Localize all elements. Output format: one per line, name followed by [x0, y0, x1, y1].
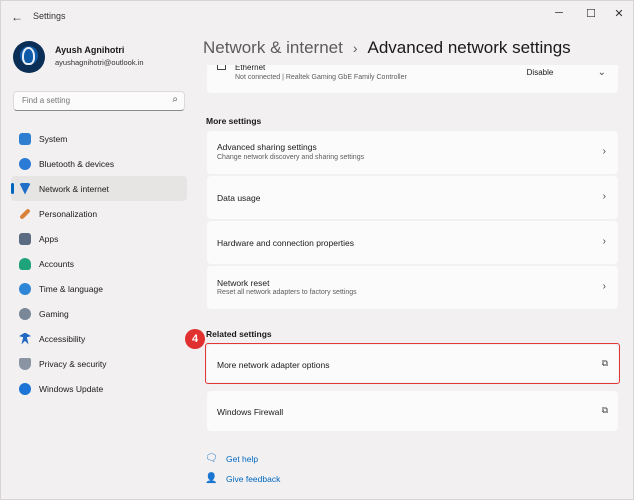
get-help-link[interactable]: 🗨 Get help [205, 453, 258, 464]
row-title: Advanced sharing settings [217, 142, 317, 152]
update-icon [19, 382, 31, 395]
globe-icon [19, 282, 31, 295]
wifi-icon [19, 182, 31, 195]
title-bar: ← Settings ─ ☐ ✕ [1, 1, 633, 33]
external-link-icon: ⧉ [601, 405, 608, 415]
apps-icon [19, 232, 31, 245]
sidebar-item-label: Personalization [39, 208, 98, 219]
row-desc: Change network discovery and sharing set… [217, 154, 365, 161]
brush-icon [19, 207, 31, 220]
chevron-right-icon: › [602, 281, 606, 292]
minimize-button[interactable]: ─ [549, 7, 569, 19]
back-arrow-icon[interactable]: ← [11, 10, 23, 24]
sidebar-item-label: Windows Update [39, 383, 104, 394]
row-title: Data usage [217, 193, 261, 203]
link-label: Give feedback [226, 473, 281, 484]
settings-window: ← Settings ─ ☐ ✕ Ayush Agnihotri ayushag… [0, 0, 634, 500]
sidebar-item-label: Accounts [39, 258, 74, 269]
ethernet-icon [217, 65, 226, 70]
profile-email: ayushagnihotri@outlook.in [55, 58, 144, 67]
bluetooth-icon [19, 157, 31, 170]
app-title: Settings [33, 11, 66, 21]
sidebar-item-privacy-security[interactable]: Privacy & security [11, 351, 187, 376]
external-link-icon: ⧉ [601, 358, 608, 368]
row-desc: Reset all network adapters to factory se… [217, 289, 357, 296]
windows-firewall-row[interactable]: Windows Firewall ⧉ [207, 391, 618, 431]
breadcrumb-separator: › [352, 40, 358, 56]
sidebar-item-label: Network & internet [39, 183, 109, 194]
advanced-sharing-settings-row[interactable]: Advanced sharing settings Change network… [207, 131, 618, 174]
sidebar-item-accounts[interactable]: Accounts [11, 251, 187, 276]
sidebar-item-personalization[interactable]: Personalization [11, 201, 187, 226]
profile-name: Ayush Agnihotri [55, 45, 125, 55]
sidebar-item-label: System [39, 133, 68, 144]
system-icon [19, 132, 31, 145]
chevron-down-icon[interactable]: ⌄ [598, 67, 606, 78]
link-label: Get help [226, 453, 259, 464]
row-title: Network reset [217, 278, 270, 288]
accessibility-icon [19, 332, 31, 345]
sidebar-item-label: Apps [39, 233, 59, 244]
related-settings-heading: Related settings [206, 329, 272, 339]
give-feedback-link[interactable]: 👤 Give feedback [205, 473, 280, 484]
sidebar-item-network[interactable]: Network & internet [11, 176, 187, 201]
search-box[interactable]: ⌕ [13, 91, 185, 111]
row-title: More network adapter options [217, 360, 330, 370]
network-reset-row[interactable]: Network reset Reset all network adapters… [207, 266, 618, 309]
search-input[interactable] [20, 95, 164, 106]
sidebar-item-gaming[interactable]: Gaming [11, 301, 187, 326]
breadcrumb: Network & internet › Advanced network sett… [203, 38, 571, 58]
avatar [13, 41, 45, 73]
data-usage-row[interactable]: Data usage › [207, 176, 618, 219]
accounts-icon [19, 257, 31, 270]
more-settings-heading: More settings [206, 116, 262, 126]
sidebar-item-label: Bluetooth & devices [39, 158, 115, 169]
chevron-right-icon: › [602, 191, 606, 202]
maximize-button[interactable]: ☐ [581, 7, 601, 20]
breadcrumb-parent[interactable]: Network & internet [203, 38, 343, 57]
row-title: Windows Firewall [217, 407, 284, 417]
feedback-icon: 👤 [205, 473, 218, 484]
sidebar-item-label: Privacy & security [39, 358, 107, 369]
sidebar-item-apps[interactable]: Apps [11, 226, 187, 251]
ethernet-title: Ethernet [235, 63, 266, 72]
gaming-icon [19, 307, 31, 320]
sidebar-item-time-language[interactable]: Time & language [11, 276, 187, 301]
search-icon[interactable]: ⌕ [172, 94, 178, 105]
step-badge: 4 [185, 329, 205, 349]
sidebar-item-label: Gaming [39, 308, 69, 319]
page-title: Advanced network settings [367, 38, 571, 57]
chevron-right-icon: › [602, 236, 606, 247]
chevron-right-icon: › [602, 146, 606, 157]
row-title: Hardware and connection properties [217, 238, 355, 248]
sidebar-nav: System Bluetooth & devices Network & int… [11, 126, 187, 401]
sidebar-item-windows-update[interactable]: Windows Update [11, 376, 187, 401]
ethernet-desc: Not connected | Realtek Gaming GbE Famil… [235, 74, 407, 81]
shield-icon [19, 357, 31, 370]
sidebar-item-label: Accessibility [39, 333, 86, 344]
hardware-connection-properties-row[interactable]: Hardware and connection properties › [207, 221, 618, 264]
close-button[interactable]: ✕ [609, 7, 629, 20]
sidebar-item-label: Time & language [39, 283, 103, 294]
ethernet-card[interactable]: Ethernet Not connected | Realtek Gaming … [207, 63, 618, 93]
disable-button[interactable]: Disable [514, 66, 566, 80]
sidebar-item-bluetooth[interactable]: Bluetooth & devices [11, 151, 187, 176]
help-icon: 🗨 [205, 453, 218, 464]
sidebar-item-system[interactable]: System [11, 126, 187, 151]
sidebar-item-accessibility[interactable]: Accessibility [11, 326, 187, 351]
more-network-adapter-options-row[interactable]: More network adapter options ⧉ [207, 345, 618, 382]
